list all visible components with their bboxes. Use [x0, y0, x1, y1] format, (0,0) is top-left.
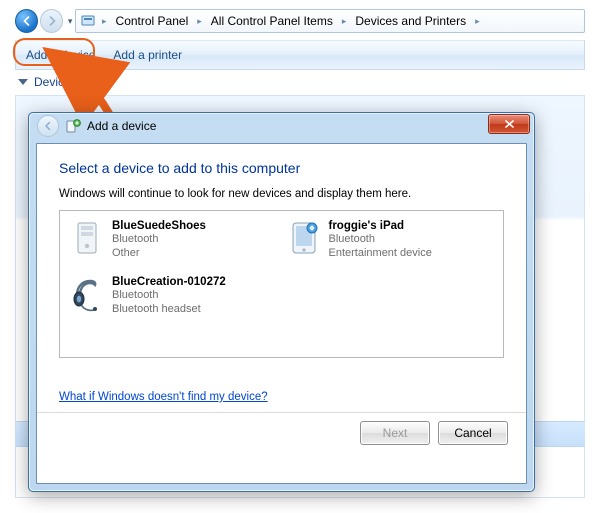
tablet-device-icon	[287, 219, 321, 259]
device-type: Bluetooth	[329, 233, 432, 247]
devices-section-header[interactable]: Devices (6)	[18, 75, 570, 89]
add-device-dialog: Add a device Select a device to add to t…	[28, 112, 535, 492]
dialog-subtext: Windows will continue to look for new de…	[59, 188, 504, 200]
collapse-triangle-icon	[18, 79, 28, 85]
back-button[interactable]	[15, 9, 38, 33]
breadcrumb-separator-icon: ▸	[340, 16, 349, 27]
dialog-titlebar: Add a device	[29, 113, 534, 139]
dialog-title: Add a device	[87, 119, 156, 133]
help-link[interactable]: What if Windows doesn't find my device?	[59, 391, 268, 403]
nav-history-dropdown[interactable]: ▾	[65, 12, 75, 30]
desktop-device-icon	[70, 219, 104, 259]
close-button[interactable]	[488, 114, 530, 134]
command-toolbar: Add a device Add a printer	[15, 40, 585, 70]
breadcrumb-separator-icon: ▸	[195, 16, 204, 27]
section-count: (6)	[83, 75, 98, 89]
add-device-command[interactable]: Add a device	[26, 48, 95, 62]
device-name: BlueCreation-010272	[112, 275, 226, 289]
dialog-footer-separator	[37, 412, 526, 413]
breadcrumb-item[interactable]: Devices and Printers	[352, 14, 469, 28]
breadcrumb-separator-icon: ▸	[473, 16, 482, 27]
address-bar[interactable]: ▸ Control Panel ▸ All Control Panel Item…	[75, 9, 585, 33]
device-type: Bluetooth	[112, 289, 226, 303]
device-list: BlueSuedeShoes Bluetooth Other	[59, 210, 504, 358]
add-device-icon	[65, 118, 81, 134]
location-icon	[80, 13, 96, 29]
device-category: Other	[112, 247, 206, 261]
cancel-button[interactable]: Cancel	[438, 421, 508, 445]
dialog-heading: Select a device to add to this computer	[59, 160, 504, 176]
explorer-navbar: ▾ ▸ Control Panel ▸ All Control Panel It…	[15, 8, 585, 34]
device-item[interactable]: BlueCreation-010272 Bluetooth Bluetooth …	[70, 275, 277, 327]
breadcrumb-item[interactable]: All Control Panel Items	[208, 14, 336, 28]
headset-device-icon	[70, 275, 104, 315]
next-button[interactable]: Next	[360, 421, 430, 445]
forward-button[interactable]	[40, 9, 63, 33]
device-name: BlueSuedeShoes	[112, 219, 206, 233]
device-name: froggie's iPad	[329, 219, 432, 233]
add-printer-command[interactable]: Add a printer	[113, 48, 182, 62]
section-label: Devices	[34, 75, 77, 89]
device-item[interactable]: BlueSuedeShoes Bluetooth Other	[70, 219, 277, 271]
breadcrumb-separator-icon: ▸	[100, 16, 109, 27]
device-type: Bluetooth	[112, 233, 206, 247]
breadcrumb-item[interactable]: Control Panel	[113, 14, 192, 28]
dialog-back-button[interactable]	[37, 115, 59, 137]
dialog-body: Select a device to add to this computer …	[36, 143, 527, 484]
device-category: Entertainment device	[329, 247, 432, 261]
device-item[interactable]: froggie's iPad Bluetooth Entertainment d…	[287, 219, 494, 271]
device-category: Bluetooth headset	[112, 303, 226, 317]
